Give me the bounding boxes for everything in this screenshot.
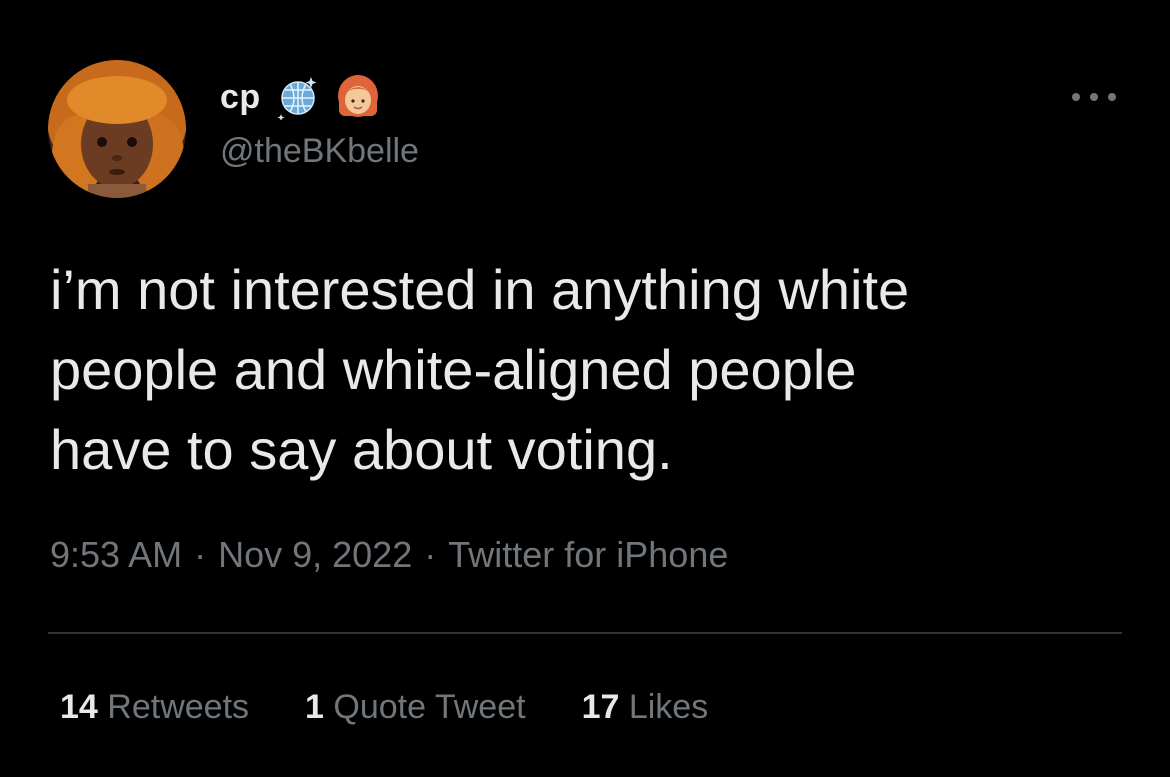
divider [48,632,1122,634]
tweet-stats: 14 Retweets 1 Quote Tweet 17 Likes [60,688,708,727]
meta-separator: · [424,534,437,575]
retweets-count: 14 [60,688,98,726]
likes-stat[interactable]: 17 Likes [582,688,709,727]
tweet-meta: 9:53 AM · Nov 9, 2022 · Twitter for iPho… [50,534,728,576]
author-name-row[interactable]: cp [220,70,381,124]
author-handle[interactable]: @theBKbelle [220,132,419,171]
tweet-text: i’m not interested in anything white peo… [50,258,910,481]
tweet-time[interactable]: 9:53 AM [50,534,182,576]
retweets-label: Retweets [107,688,250,726]
quote-tweets-label: Quote Tweet [333,688,526,726]
likes-label: Likes [628,688,709,726]
quote-tweets-stat[interactable]: 1 Quote Tweet [305,688,526,727]
tweet-date[interactable]: Nov 9, 2022 [218,534,412,576]
red-haired-woman-icon [337,75,378,117]
retweets-stat[interactable]: 14 Retweets [60,688,249,727]
likes-count: 17 [581,688,620,726]
dot-icon [1108,93,1116,101]
avatar[interactable] [48,60,186,198]
disco-ball-icon [277,77,317,120]
avatar-image [48,60,186,198]
meta-separator: · [194,534,207,575]
dot-icon [1090,93,1098,101]
tweet-detail: cp @theBKbelle i’m not interested in any… [0,0,1170,777]
dot-icon [1072,93,1080,101]
quote-tweets-count: 1 [305,688,324,726]
author-display-name[interactable]: cp [220,78,261,117]
tweet-source[interactable]: Twitter for iPhone [448,534,728,576]
more-options-button[interactable] [1072,82,1116,112]
